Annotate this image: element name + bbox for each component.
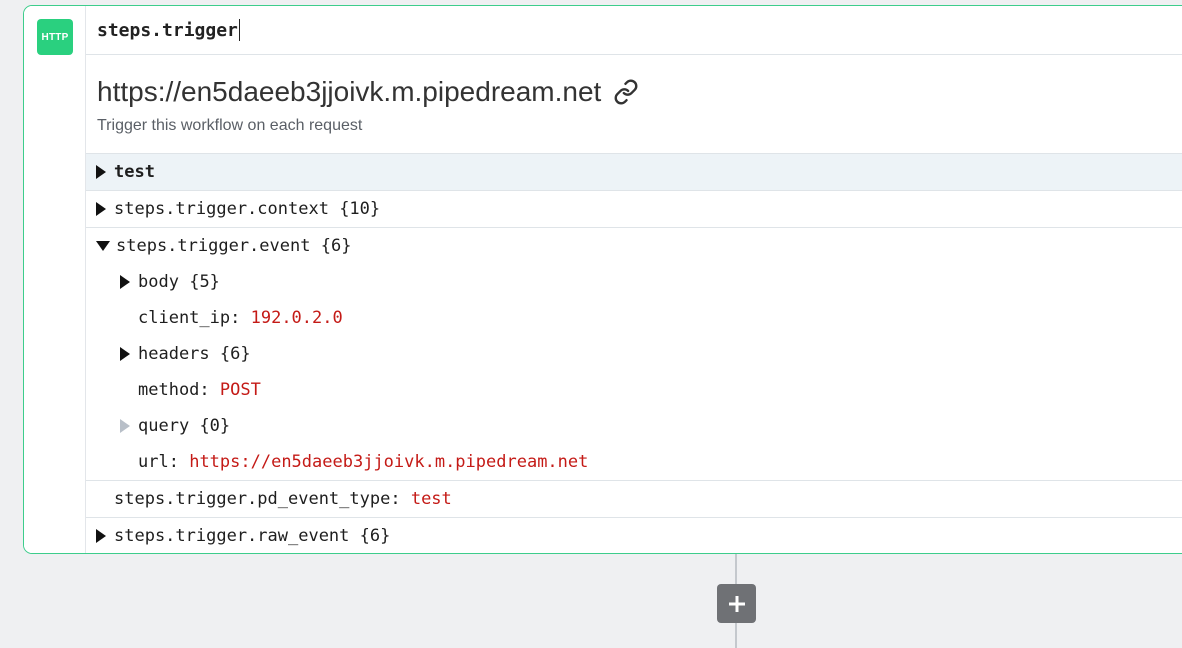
raw-event-key: steps.trigger.raw_event: [114, 526, 350, 546]
body-key: body: [138, 272, 179, 292]
pd-event-type-key: steps.trigger.pd_event_type:: [114, 489, 401, 509]
body-count: {5}: [189, 272, 220, 292]
plus-icon: [728, 595, 745, 612]
query-count: {0}: [199, 416, 231, 436]
pd-event-type-value: test: [410, 489, 452, 509]
step-body: steps.trigger https://en5daeeb3jjoivk.m.…: [86, 6, 1182, 553]
context-count: {10}: [339, 199, 381, 219]
client-ip-value: 192.0.2.0: [250, 308, 343, 328]
event-inspector: test steps.trigger.context {10} steps.tr…: [86, 153, 1182, 553]
step-name-text: steps.trigger: [97, 19, 238, 41]
method-key: method:: [138, 380, 210, 400]
endpoint-url-heading: https://en5daeeb3jjoivk.m.pipedream.net: [86, 75, 1182, 109]
step-gutter: HTTP: [24, 6, 86, 553]
expand-arrow-icon: [120, 419, 130, 433]
headers-count: {6}: [219, 344, 251, 364]
expand-arrow-icon[interactable]: [96, 165, 106, 179]
expand-arrow-icon[interactable]: [96, 529, 106, 543]
expand-arrow-icon[interactable]: [120, 275, 130, 289]
test-label: test: [114, 162, 155, 182]
event-row[interactable]: steps.trigger.event {6}: [86, 227, 1182, 264]
method-value: POST: [219, 380, 261, 400]
url-row: url: https://en5daeeb3jjoivk.m.pipedream…: [86, 444, 1182, 480]
headers-row[interactable]: headers {6}: [86, 336, 1182, 372]
headers-key: headers: [138, 344, 210, 364]
body-row[interactable]: body {5}: [86, 264, 1182, 300]
context-key: steps.trigger.context: [114, 199, 329, 219]
link-icon[interactable]: [613, 79, 639, 105]
text-cursor: [238, 19, 240, 41]
event-count: {6}: [320, 236, 352, 256]
step-name-input[interactable]: steps.trigger: [86, 6, 1182, 55]
raw-event-count: {6}: [359, 526, 391, 546]
query-key: query: [138, 416, 190, 436]
http-app-icon: HTTP: [37, 19, 73, 55]
client-ip-key: client_ip:: [138, 308, 241, 328]
trigger-step-card: HTTP steps.trigger https://en5daeeb3jjoi…: [23, 5, 1182, 554]
expand-arrow-icon[interactable]: [96, 202, 106, 216]
event-key: steps.trigger.event: [116, 236, 311, 256]
expand-arrow-icon[interactable]: [120, 347, 130, 361]
context-row[interactable]: steps.trigger.context {10}: [86, 190, 1182, 227]
url-value[interactable]: https://en5daeeb3jjoivk.m.pipedream.net: [189, 452, 588, 472]
query-row[interactable]: query {0}: [86, 408, 1182, 444]
endpoint-url[interactable]: https://en5daeeb3jjoivk.m.pipedream.net: [97, 76, 601, 108]
add-step-button[interactable]: [717, 584, 756, 623]
step-description: Trigger this workflow on each request: [97, 117, 363, 134]
url-key: url:: [138, 452, 179, 472]
raw-event-row[interactable]: steps.trigger.raw_event {6}: [86, 517, 1182, 553]
method-row: method: POST: [86, 372, 1182, 408]
client-ip-row: client_ip: 192.0.2.0: [86, 300, 1182, 336]
collapse-arrow-icon[interactable]: [96, 241, 110, 251]
test-row[interactable]: test: [86, 153, 1182, 190]
pd-event-type-row: steps.trigger.pd_event_type: test: [86, 480, 1182, 517]
